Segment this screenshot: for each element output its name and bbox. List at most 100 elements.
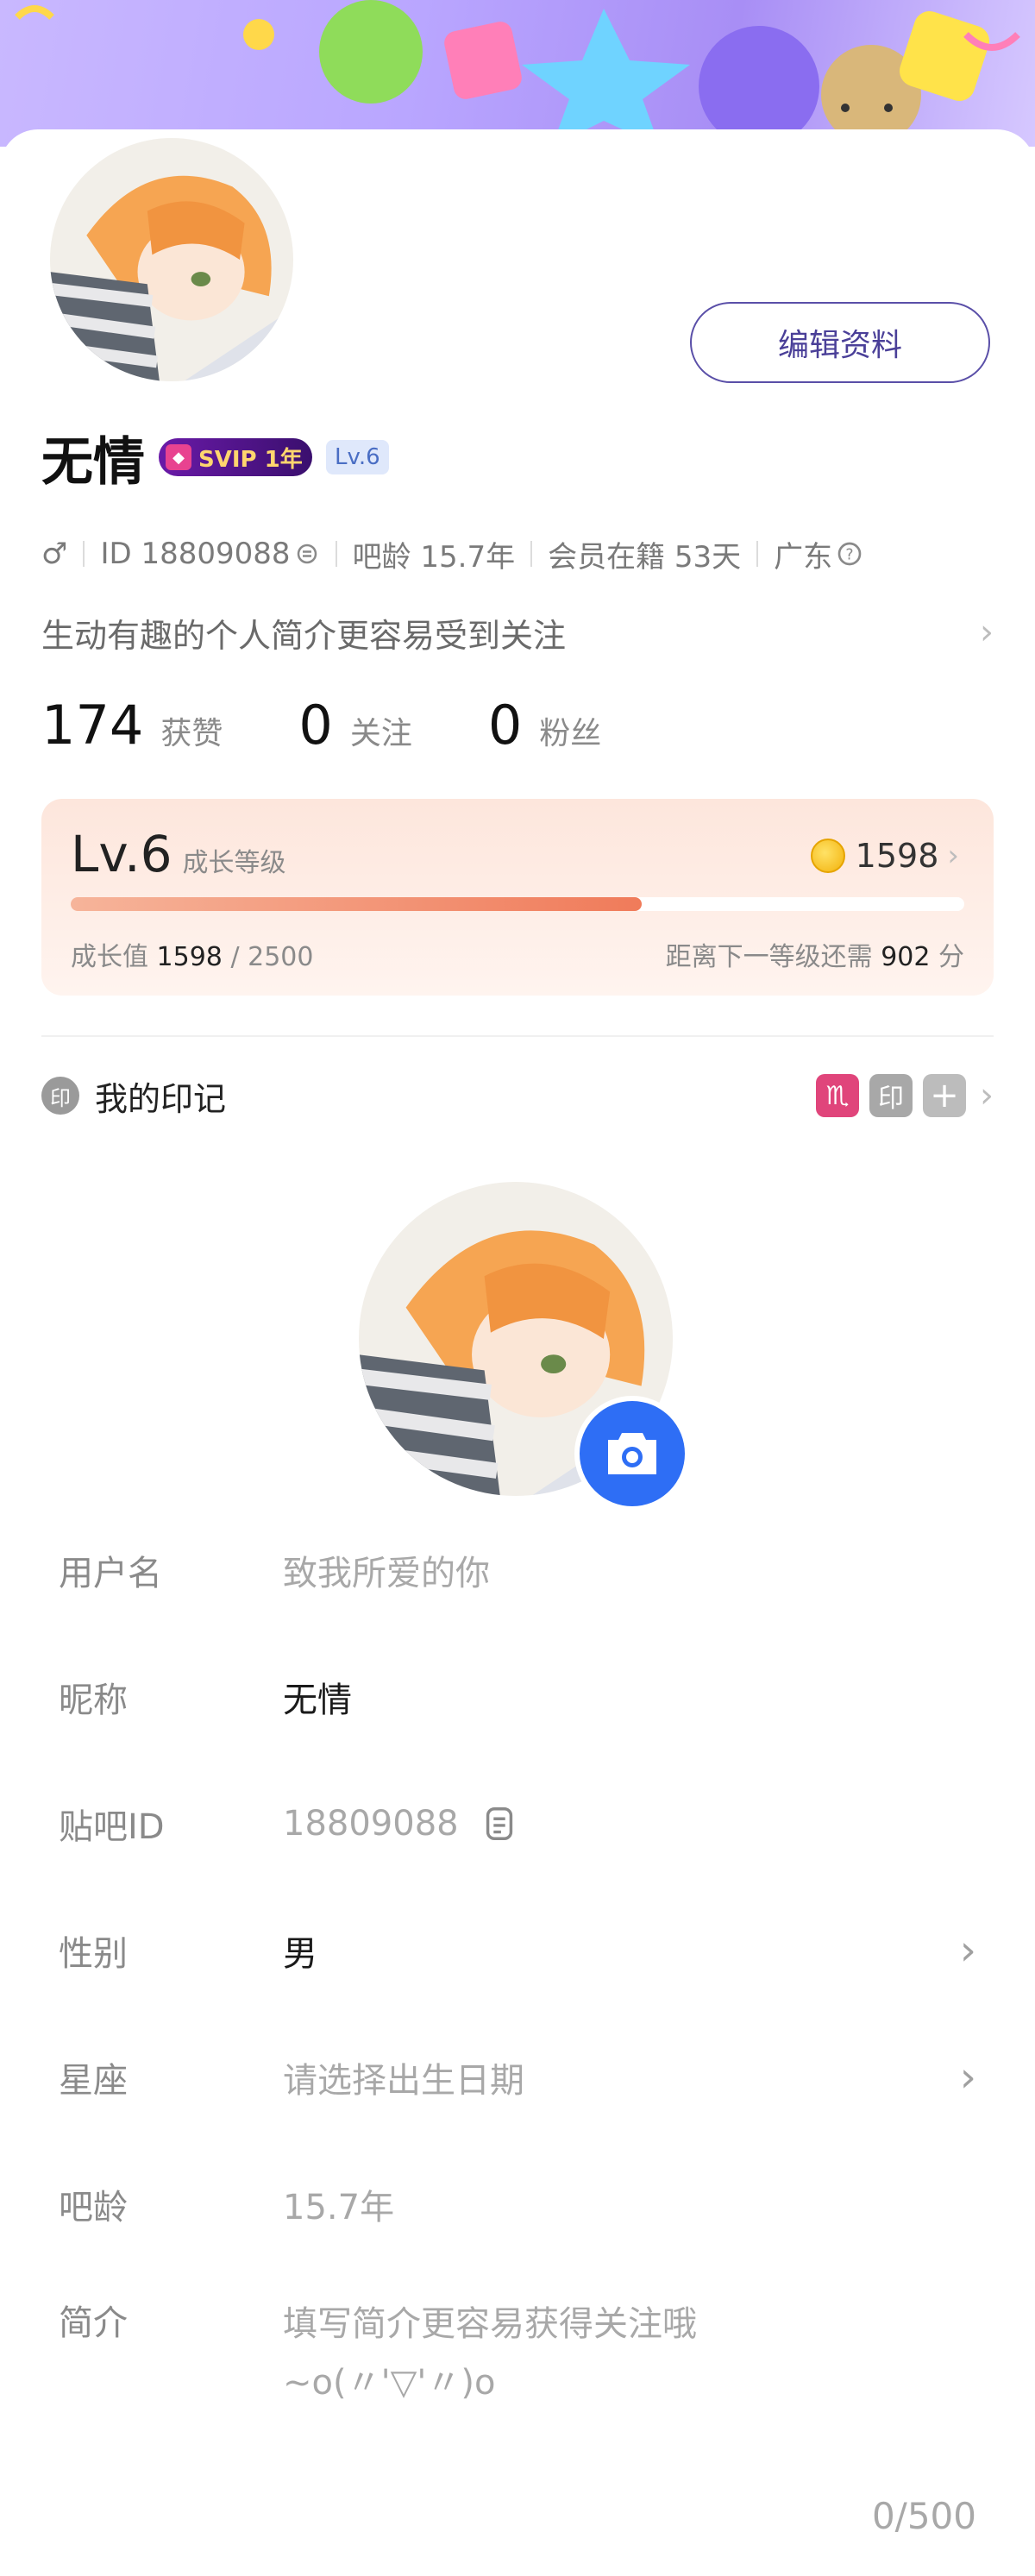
stat-label: 粉丝 <box>539 716 602 751</box>
tieba-age-value: 15.7年 <box>283 2188 395 2227</box>
field-label: 昵称 <box>59 1681 128 1720</box>
bio-placeholder-line2: ~o(〃'▽'〃)o <box>283 2363 496 2403</box>
level-value: Lv.6 <box>71 825 172 883</box>
growth-max: 2500 <box>248 942 314 972</box>
level-chip[interactable]: Lv.6 <box>326 440 389 474</box>
bio-prompt-row[interactable]: 生动有趣的个人简介更容易受到关注 › <box>41 602 994 663</box>
stats-row: 174 获赞 0 关注 0 粉丝 <box>41 694 677 771</box>
username: 无情 <box>41 431 145 493</box>
add-mark-icon[interactable]: + <box>923 1074 966 1117</box>
stat-likes[interactable]: 174 获赞 <box>41 694 223 757</box>
profile-banner <box>0 0 1035 147</box>
tieba-id-text: 18809088 <box>283 1804 459 1844</box>
chevron-right-icon: › <box>980 613 994 652</box>
birthdate-placeholder: 请选择出生日期 <box>283 2061 524 2101</box>
region-text: 广东 <box>774 539 833 575</box>
chevron-right-icon: › <box>959 1926 976 1975</box>
coin-value: 1598 <box>855 837 939 875</box>
profile-avatar[interactable] <box>41 129 302 390</box>
growth-value: 1598 <box>156 942 223 972</box>
next-level-text: 距离下一等级还需 902 分 <box>666 935 964 973</box>
stat-value: 0 <box>298 694 333 757</box>
svip-label: SVIP 1年 <box>198 446 303 473</box>
divider <box>756 541 759 567</box>
region[interactable]: 广东 ? <box>774 533 863 575</box>
field-label: 贴吧ID <box>59 1807 165 1847</box>
form-row-username: 用户名 致我所爱的你 <box>59 1527 976 1613</box>
coin-balance[interactable]: 1598 › <box>810 837 959 875</box>
scorpio-icon[interactable]: ♏ <box>816 1074 859 1117</box>
copy-icon[interactable] <box>480 1804 519 1844</box>
form-row-tieba-age: 吧龄 15.7年 <box>59 2161 976 2247</box>
username-value: 致我所爱的你 <box>283 1554 490 1593</box>
chevron-right-icon: › <box>980 1076 994 1115</box>
growth-sep: / <box>230 942 240 972</box>
user-id[interactable]: ID 18809088 <box>100 537 319 571</box>
copy-icon[interactable] <box>294 541 320 567</box>
form-row-tieba-id: 贴吧ID 18809088 <box>59 1781 976 1867</box>
chevron-right-icon: › <box>959 2053 976 2102</box>
edit-profile-button[interactable]: 编辑资料 <box>690 302 990 383</box>
help-icon[interactable]: ? <box>836 540 863 568</box>
next-unit: 分 <box>938 942 964 972</box>
diamond-icon: ◆ <box>166 444 191 470</box>
level-card[interactable]: Lv.6 成长等级 1598 › 成长值 1598 / 2500 距离下一等级还… <box>41 799 994 996</box>
bio-placeholder-line1: 填写简介更容易获得关注哦 <box>283 2304 697 2344</box>
form-row-nickname[interactable]: 昵称 无情 <box>59 1654 976 1740</box>
seal-tag-icon[interactable]: 印 <box>869 1074 913 1117</box>
next-prefix: 距离下一等级还需 <box>665 942 873 972</box>
user-id-text: ID 18809088 <box>100 537 291 571</box>
stat-label: 获赞 <box>160 716 223 751</box>
seal-icon: 印 <box>41 1077 79 1115</box>
my-marks-row[interactable]: 印 我的印记 ♏ 印 + › <box>41 1065 994 1126</box>
stat-value: 0 <box>487 694 523 757</box>
divider <box>530 541 533 567</box>
stat-following[interactable]: 0 关注 <box>298 694 411 757</box>
section-divider <box>41 1035 994 1037</box>
stat-label: 关注 <box>349 716 412 751</box>
form-row-constellation[interactable]: 星座 请选择出生日期 › <box>59 2034 976 2120</box>
marks-tags: ♏ 印 + › <box>806 1074 994 1117</box>
meta-row: ♂ ID 18809088 吧龄 15.7年 会员在籍 53天 广东 ? <box>41 528 863 580</box>
member-days: 会员在籍 53天 <box>548 539 742 575</box>
divider <box>335 541 337 567</box>
banner-art <box>15 0 1020 147</box>
level-label: 成长等级 <box>182 848 286 878</box>
field-label: 星座 <box>59 2061 128 2101</box>
growth-progress-bar <box>71 897 964 911</box>
profile-sheet: 编辑资料 无情 ◆ SVIP 1年 Lv.6 ♂ ID 18809088 吧龄 … <box>0 129 1035 2576</box>
gender-value: 男 <box>283 1934 317 1974</box>
chevron-right-icon: › <box>947 839 959 873</box>
bio-textarea[interactable]: 填写简介更容易获得关注哦 ~o(〃'▽'〃)o <box>283 2295 976 2412</box>
coin-icon <box>810 839 845 873</box>
tieba-age: 吧龄 15.7年 <box>352 539 516 575</box>
form-row-gender[interactable]: 性别 男 › <box>59 1907 976 1994</box>
svip-badge[interactable]: ◆ SVIP 1年 <box>159 438 312 476</box>
name-row: 无情 ◆ SVIP 1年 Lv.6 <box>41 423 389 493</box>
field-label: 性别 <box>59 1934 128 1974</box>
camera-icon <box>608 1433 656 1474</box>
avatar-image <box>50 138 293 381</box>
growth-progress-fill <box>71 897 643 911</box>
field-label: 吧龄 <box>59 2188 128 2227</box>
field-label: 简介 <box>59 2303 128 2343</box>
svg-text:?: ? <box>846 547 854 564</box>
next-value: 902 <box>881 942 931 972</box>
stat-followers[interactable]: 0 粉丝 <box>488 694 601 757</box>
stat-value: 174 <box>41 694 144 757</box>
level-footer: 成长值 1598 / 2500 距离下一等级还需 902 分 <box>71 935 964 973</box>
level-title: Lv.6 成长等级 <box>71 825 285 883</box>
my-marks-label: 我的印记 <box>95 1079 227 1118</box>
male-icon: ♂ <box>41 537 68 571</box>
tieba-id-value: 18809088 <box>283 1804 976 1844</box>
form-row-bio[interactable]: 简介 填写简介更容易获得关注哦 ~o(〃'▽'〃)o <box>59 2295 976 2416</box>
bio-char-counter: 0/500 <box>871 2495 976 2537</box>
my-marks-title: 印 我的印记 <box>41 1072 226 1120</box>
bio-prompt: 生动有趣的个人简介更容易受到关注 <box>41 616 567 655</box>
growth-label: 成长值 <box>71 942 148 972</box>
field-label: 用户名 <box>59 1554 162 1593</box>
nickname-field[interactable]: 无情 <box>283 1672 976 1722</box>
change-avatar-button[interactable] <box>574 1396 690 1511</box>
growth-text: 成长值 1598 / 2500 <box>71 935 313 973</box>
divider <box>83 541 85 567</box>
